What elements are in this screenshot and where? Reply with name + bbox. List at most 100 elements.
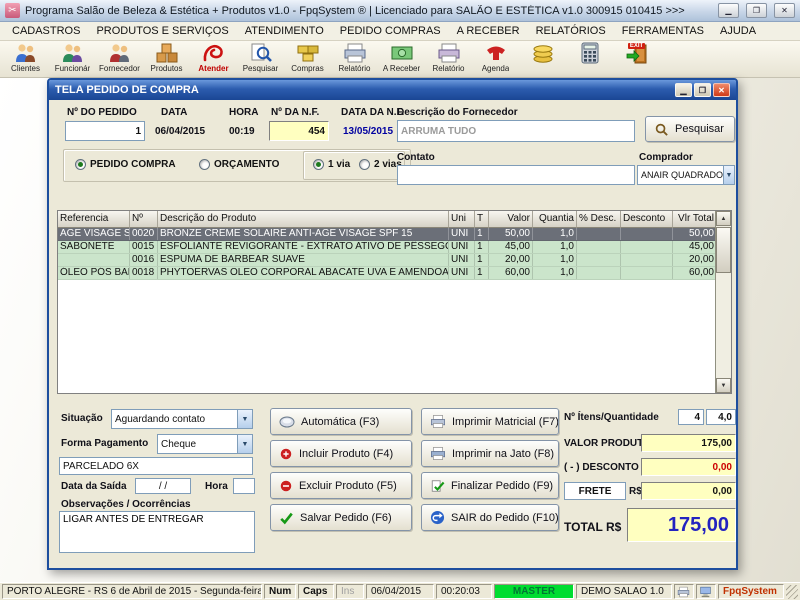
pedido-input[interactable]: 1: [65, 121, 145, 141]
menu-ajuda[interactable]: AJUDA: [712, 23, 764, 39]
observacoes-textarea[interactable]: LIGAR ANTES DE ENTREGAR: [59, 511, 255, 553]
scroll-down-icon[interactable]: ▼: [716, 378, 731, 393]
app-icon: ✂: [5, 3, 20, 18]
search-icon: [249, 42, 273, 64]
window-title: Programa Salão de Beleza & Estética + Pr…: [25, 5, 711, 17]
table-row[interactable]: 0016 ESPUMA DE BARBEAR SUAVE UNI 1 20,00…: [58, 254, 731, 267]
hora-value: 00:19: [229, 126, 255, 137]
toolbar-fornecedores[interactable]: Fornecedor: [96, 42, 143, 77]
contato-input[interactable]: [397, 165, 635, 185]
finalizar-pedido-button[interactable]: Finalizar Pedido (F9): [421, 472, 559, 499]
menu-cadastros[interactable]: CADASTROS: [4, 23, 88, 39]
menu-ferramentas[interactable]: FERRAMENTAS: [614, 23, 712, 39]
imprimir-jato-button[interactable]: Imprimir na Jato (F8): [421, 440, 559, 467]
fornecedor-input[interactable]: ARRUMA TUDO: [397, 120, 635, 142]
menubar: CADASTROS PRODUTOS E SERVIÇOS ATENDIMENT…: [0, 22, 800, 41]
toolbar-sair[interactable]: EXIT: [613, 42, 660, 77]
toolbar-funcionarios[interactable]: Funcionár: [49, 42, 96, 77]
status-computer-panel: [696, 584, 716, 599]
close-button[interactable]: ✕: [774, 3, 795, 18]
frete-rs-label: R$: [629, 486, 642, 497]
toolbar-a-receber[interactable]: A Receber: [378, 42, 425, 77]
toolbar-pesquisar[interactable]: Pesquisar: [237, 42, 284, 77]
toolbar-agenda[interactable]: Agenda: [472, 42, 519, 77]
resize-grip[interactable]: [786, 585, 798, 599]
incluir-produto-button[interactable]: Incluir Produto (F4): [270, 440, 412, 467]
data-saida-label: Data da Saída: [61, 481, 127, 492]
contato-label: Contato: [397, 152, 435, 163]
exit-arrow-icon: [430, 510, 445, 525]
radio-orcamento[interactable]: ORÇAMENTO: [199, 159, 279, 170]
button-icon: [279, 415, 295, 429]
excluir-produto-button[interactable]: Excluir Produto (F5): [270, 472, 412, 499]
remove-icon: [279, 479, 293, 493]
itens-label: Nº Ítens/Quantidade: [564, 412, 659, 423]
fornecedor-label: Descrição do Fornecedor: [397, 107, 518, 118]
table-row[interactable]: SABONETE 0015 ESFOLIANTE REVIGORANTE - E…: [58, 241, 731, 254]
minimize-button[interactable]: ▁: [718, 3, 739, 18]
toolbar-atender[interactable]: Atender: [190, 42, 237, 77]
dialog-close-button[interactable]: ✕: [713, 83, 730, 97]
forma-pagamento-select[interactable]: Cheque ▼: [157, 434, 253, 454]
parcelamento-input[interactable]: PARCELADO 6X: [59, 457, 253, 475]
mdi-client-area: TELA PEDIDO DE COMPRA ▁ ❐ ✕ Nº DO PEDIDO…: [0, 78, 800, 582]
status-location: PORTO ALEGRE - RS 6 de Abril de 2015 - S…: [2, 584, 262, 599]
chevron-down-icon: ▼: [237, 435, 252, 453]
table-row[interactable]: ÓLEO PÓS BAN 0018 PHYTOERVAS OLEO CORPOR…: [58, 267, 731, 280]
sair-pedido-button[interactable]: SAIR do Pedido (F10): [421, 504, 559, 531]
data-saida-input[interactable]: / /: [135, 478, 191, 494]
search-icon: [654, 122, 669, 137]
toolbar-relatorio-1[interactable]: Relatório: [331, 42, 378, 77]
finalize-check-icon: [430, 479, 445, 493]
products-table: Referencia Nº Descrição do Produto Uni T…: [57, 210, 732, 394]
printer-icon: [677, 586, 690, 598]
report-printer-icon: [437, 42, 461, 64]
menu-pedido-compras[interactable]: PEDIDO COMPRAS: [332, 23, 449, 39]
dialog-minimize-button[interactable]: ▁: [675, 83, 692, 97]
situacao-select[interactable]: Aguardando contato ▼: [111, 409, 253, 429]
clients-icon: [14, 42, 38, 64]
phone-icon: [484, 42, 508, 64]
status-printer-panel: [674, 584, 694, 599]
toolbar-relatorio-2[interactable]: Relatório: [425, 42, 472, 77]
status-license: DEMO SALAO 1.0: [576, 584, 672, 599]
data-label: DATA: [161, 107, 187, 118]
radio-2-vias[interactable]: 2 vias: [359, 159, 402, 170]
main-titlebar: ✂ Programa Salão de Beleza & Estética + …: [0, 0, 800, 22]
toolbar-moedas[interactable]: [519, 42, 566, 77]
dialog-maximize-button[interactable]: ❐: [694, 83, 711, 97]
toolbar-clientes[interactable]: Clientes: [2, 42, 49, 77]
nf-input[interactable]: 454: [269, 121, 329, 141]
toolbar-compras[interactable]: Compras: [284, 42, 331, 77]
table-row[interactable]: AGE VISAGE SP 0020 BRONZE CREME SOLAIRE …: [58, 228, 731, 241]
menu-a-receber[interactable]: A RECEBER: [449, 23, 528, 39]
products-icon: [155, 42, 179, 64]
suppliers-icon: [108, 42, 132, 64]
scroll-up-icon[interactable]: ▲: [716, 211, 731, 226]
pesquisar-button[interactable]: Pesquisar: [645, 116, 735, 142]
frete-input[interactable]: FRETE: [564, 482, 626, 500]
chevron-down-icon: ▼: [237, 410, 252, 428]
comprador-select[interactable]: ANAIR QUADRADO ▼: [637, 165, 735, 185]
hora-saida-label: Hora: [205, 481, 228, 492]
toolbar-calculadora[interactable]: [566, 42, 613, 77]
nf-label: Nº DA N.F.: [271, 107, 319, 118]
imprimir-matricial-button[interactable]: Imprimir Matricial (F7): [421, 408, 559, 435]
pedido-label: Nº DO PEDIDO: [67, 107, 137, 118]
scrollbar-thumb[interactable]: [716, 227, 731, 273]
maximize-button[interactable]: ❐: [746, 3, 767, 18]
menu-atendimento[interactable]: ATENDIMENTO: [237, 23, 332, 39]
hora-saida-input[interactable]: [233, 478, 255, 494]
salvar-pedido-button[interactable]: Salvar Pedido (F6): [270, 504, 412, 531]
add-icon: [279, 447, 293, 461]
table-vertical-scrollbar[interactable]: ▲ ▼: [715, 211, 731, 393]
menu-relatorios[interactable]: RELATÓRIOS: [528, 23, 614, 39]
automatica-button[interactable]: Automática (F3): [270, 408, 412, 435]
radio-1-via[interactable]: 1 via: [313, 159, 350, 170]
itens-value: 4: [678, 409, 704, 425]
radio-pedido-compra[interactable]: PEDIDO COMPRA: [75, 159, 176, 170]
menu-produtos-servicos[interactable]: PRODUTOS E SERVIÇOS: [88, 23, 236, 39]
forma-pagamento-label: Forma Pagamento: [61, 438, 148, 449]
coins-icon: [531, 42, 555, 64]
toolbar-produtos[interactable]: Produtos: [143, 42, 190, 77]
